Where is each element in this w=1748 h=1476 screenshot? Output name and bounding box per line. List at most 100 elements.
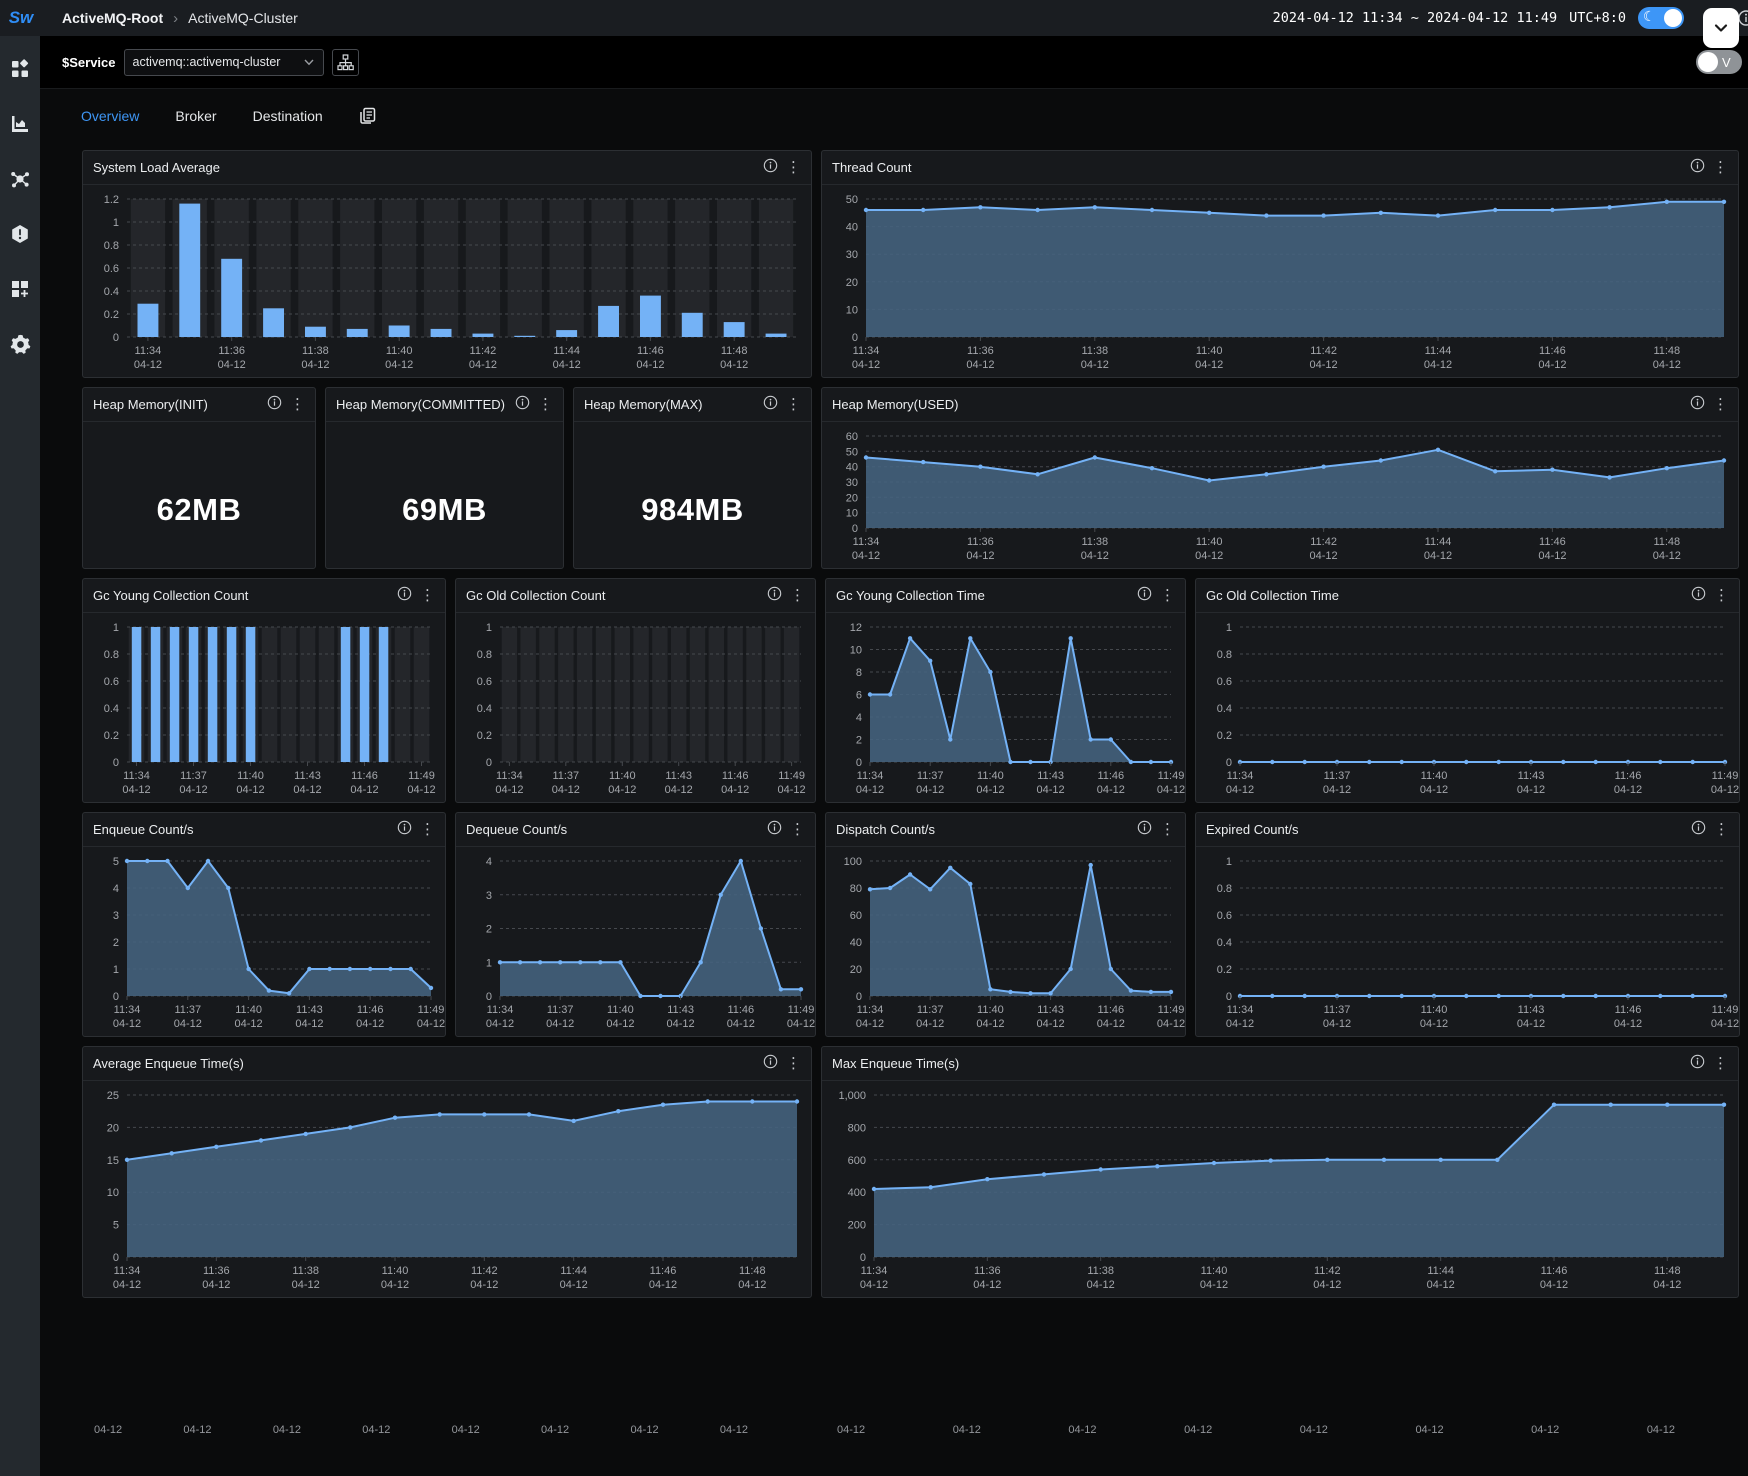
svg-text:04-12: 04-12 <box>720 359 748 371</box>
dashboard-tabs: Overview Broker Destination <box>40 88 1748 142</box>
tab-broker[interactable]: Broker <box>175 108 216 124</box>
svg-text:04-12: 04-12 <box>218 359 246 371</box>
panel-info-icon[interactable] <box>763 1054 778 1074</box>
panel-info-icon[interactable] <box>763 395 778 415</box>
panel-info-icon[interactable] <box>1691 820 1706 840</box>
panel-title: Dispatch Count/s <box>836 822 1137 837</box>
panel-menu-icon[interactable]: ⋮ <box>786 1056 801 1071</box>
svg-text:80: 80 <box>850 883 862 895</box>
panel-info-icon[interactable] <box>515 395 530 415</box>
panel-info-icon[interactable] <box>397 586 412 606</box>
panel-menu-icon[interactable]: ⋮ <box>1713 397 1728 412</box>
svg-text:04-12: 04-12 <box>1157 784 1185 796</box>
svg-text:0.2: 0.2 <box>477 730 492 742</box>
svg-text:04-12: 04-12 <box>1097 1018 1125 1030</box>
svg-text:0: 0 <box>486 991 492 1003</box>
svg-text:04-12: 04-12 <box>778 784 806 796</box>
tab-overview[interactable]: Overview <box>81 108 139 124</box>
sidebar-alerts-icon[interactable] <box>9 223 31 245</box>
svg-text:11:46: 11:46 <box>722 770 749 782</box>
panel-menu-icon[interactable]: ⋮ <box>786 160 801 175</box>
panel-menu-icon[interactable]: ⋮ <box>290 397 305 412</box>
svg-text:11:40: 11:40 <box>1196 536 1223 548</box>
svg-text:11:46: 11:46 <box>1615 1004 1642 1016</box>
view-toggle[interactable]: V <box>1696 50 1742 74</box>
svg-text:04-12: 04-12 <box>552 784 580 796</box>
svg-text:04-12: 04-12 <box>1538 550 1566 562</box>
svg-text:11:43: 11:43 <box>294 770 321 782</box>
panel-menu-icon[interactable]: ⋮ <box>1160 822 1175 837</box>
svg-text:11:37: 11:37 <box>917 770 944 782</box>
svg-text:60: 60 <box>846 431 858 443</box>
svg-text:04-12: 04-12 <box>1323 784 1351 796</box>
panel-header: Thread Count⋮ <box>822 151 1738 185</box>
breadcrumb-root[interactable]: ActiveMQ-Root <box>62 10 163 26</box>
panel-menu-icon[interactable]: ⋮ <box>1714 588 1729 603</box>
sidebar-marketplace-icon[interactable] <box>9 58 31 80</box>
svg-text:11:48: 11:48 <box>1653 345 1680 357</box>
breadcrumb: ActiveMQ-Root › ActiveMQ-Cluster <box>62 10 298 27</box>
panel-info-icon[interactable] <box>1690 158 1705 178</box>
collapse-header-button[interactable] <box>1703 8 1739 48</box>
svg-text:11:46: 11:46 <box>1615 770 1642 782</box>
svg-text:0.4: 0.4 <box>477 703 492 715</box>
panel-info-icon[interactable] <box>397 820 412 840</box>
panel-menu-icon[interactable]: ⋮ <box>790 588 805 603</box>
chart-canvas: 00.20.40.60.8111:3404-1211:3704-1211:400… <box>456 613 815 802</box>
time-range[interactable]: 2024-04-12 11:34 ~ 2024-04-12 11:49 <box>1273 10 1557 26</box>
panel-title: Dequeue Count/s <box>466 822 767 837</box>
sidebar-settings-icon[interactable] <box>9 333 31 355</box>
panel-header: Heap Memory(COMMITTED)⋮ <box>326 388 563 422</box>
service-select[interactable]: activemq::activemq-cluster <box>124 49 324 76</box>
svg-text:11:37: 11:37 <box>552 770 579 782</box>
panel-info-icon[interactable] <box>767 586 782 606</box>
chart-canvas: 02040608010011:3404-1211:3704-1211:4004-… <box>826 847 1185 1036</box>
panel-info-icon[interactable] <box>1690 395 1705 415</box>
svg-text:04-12: 04-12 <box>236 784 264 796</box>
panel-menu-icon[interactable]: ⋮ <box>790 822 805 837</box>
tab-destination[interactable]: Destination <box>253 108 323 124</box>
svg-text:04-12: 04-12 <box>966 359 994 371</box>
panel-menu-icon[interactable]: ⋮ <box>1160 588 1175 603</box>
svg-text:04-12: 04-12 <box>1195 550 1223 562</box>
svg-text:11:46: 11:46 <box>1541 1265 1568 1277</box>
skywalking-logo[interactable]: Sw <box>0 8 42 28</box>
panel-system_load: System Load Average⋮00.20.40.60.811.211:… <box>82 150 812 378</box>
panel-title: Gc Young Collection Time <box>836 588 1137 603</box>
svg-text:11:36: 11:36 <box>203 1265 230 1277</box>
panel-menu-icon[interactable]: ⋮ <box>1714 822 1729 837</box>
panel-info-icon[interactable] <box>1137 586 1152 606</box>
panel-menu-icon[interactable]: ⋮ <box>1713 1056 1728 1071</box>
panel-title: Gc Old Collection Time <box>1206 588 1691 603</box>
svg-text:04-12: 04-12 <box>1226 784 1254 796</box>
svg-text:0.6: 0.6 <box>1217 676 1232 688</box>
panel-menu-icon[interactable]: ⋮ <box>420 588 435 603</box>
panel-info-icon[interactable] <box>767 820 782 840</box>
cutoff-date-label: 04-12 <box>837 1424 865 1436</box>
panel-info-icon[interactable] <box>1690 1054 1705 1074</box>
svg-text:11:38: 11:38 <box>1081 536 1108 548</box>
chart-canvas: 00.20.40.60.8111:3404-1211:3704-1211:400… <box>1196 613 1739 802</box>
panel-info-icon[interactable] <box>1137 820 1152 840</box>
chart-enqueue: 01234511:3404-1211:3704-1211:4004-1211:4… <box>83 847 445 1037</box>
sidebar-new-dashboard-icon[interactable] <box>9 278 31 300</box>
panel-info-icon[interactable] <box>763 158 778 178</box>
svg-text:20: 20 <box>107 1122 119 1134</box>
svg-text:04-12: 04-12 <box>608 784 636 796</box>
panel-menu-icon[interactable]: ⋮ <box>1713 160 1728 175</box>
sidebar-metrics-icon[interactable] <box>9 113 31 135</box>
chart-canvas: 00.20.40.60.8111:3404-1211:3704-1211:400… <box>1196 847 1739 1036</box>
panel-info-icon[interactable] <box>267 395 282 415</box>
svg-text:11:46: 11:46 <box>1539 345 1566 357</box>
sidebar-topology-icon[interactable] <box>9 168 31 190</box>
svg-text:11:38: 11:38 <box>1081 345 1108 357</box>
panel-menu-icon[interactable]: ⋮ <box>786 397 801 412</box>
copy-dashboard-icon[interactable] <box>359 107 376 124</box>
dark-mode-toggle[interactable]: ☾ <box>1638 7 1684 29</box>
panel-menu-icon[interactable]: ⋮ <box>420 822 435 837</box>
svg-text:04-12: 04-12 <box>295 1018 323 1030</box>
service-topology-button[interactable] <box>332 49 359 76</box>
metric-value: 62MB <box>83 422 315 568</box>
panel-info-icon[interactable] <box>1691 586 1706 606</box>
panel-menu-icon[interactable]: ⋮ <box>538 397 553 412</box>
